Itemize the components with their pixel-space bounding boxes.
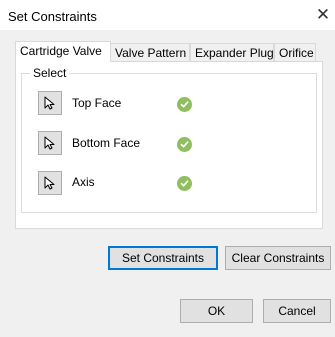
- tab-valve-pattern[interactable]: Valve Pattern: [110, 43, 190, 61]
- close-button[interactable]: ✕: [312, 4, 334, 26]
- tab-cartridge-valve[interactable]: Cartridge Valve: [15, 41, 111, 62]
- tab-label: Valve Pattern: [115, 46, 187, 60]
- top-face-select-button[interactable]: [38, 91, 62, 115]
- select-group: [21, 73, 317, 213]
- bottom-face-select-button[interactable]: [38, 131, 62, 155]
- clear-constraints-button[interactable]: Clear Constraints: [225, 246, 331, 270]
- cursor-icon: [44, 136, 55, 150]
- ok-button[interactable]: OK: [180, 299, 253, 323]
- set-constraints-button[interactable]: Set Constraints: [108, 246, 218, 270]
- axis-label: Axis: [72, 175, 95, 189]
- tab-expander-plug[interactable]: Expander Plug: [190, 43, 274, 61]
- select-group-label: Select: [30, 66, 70, 80]
- cursor-icon: [44, 96, 55, 110]
- tab-label: Cartridge Valve: [20, 44, 102, 58]
- check-icon: [177, 137, 192, 152]
- cancel-button[interactable]: Cancel: [263, 299, 331, 323]
- top-face-label: Top Face: [72, 96, 122, 110]
- check-icon: [177, 176, 192, 191]
- close-icon: ✕: [315, 5, 331, 24]
- tab-orifice[interactable]: Orifice: [274, 43, 316, 61]
- tab-label: Orifice: [279, 46, 314, 60]
- tab-label: Expander Plug: [195, 46, 274, 60]
- axis-select-button[interactable]: [38, 171, 62, 195]
- cursor-icon: [44, 176, 55, 190]
- bottom-face-label: Bottom Face: [72, 136, 141, 150]
- check-icon: [177, 97, 192, 112]
- dialog-title: Set Constraints: [8, 9, 97, 24]
